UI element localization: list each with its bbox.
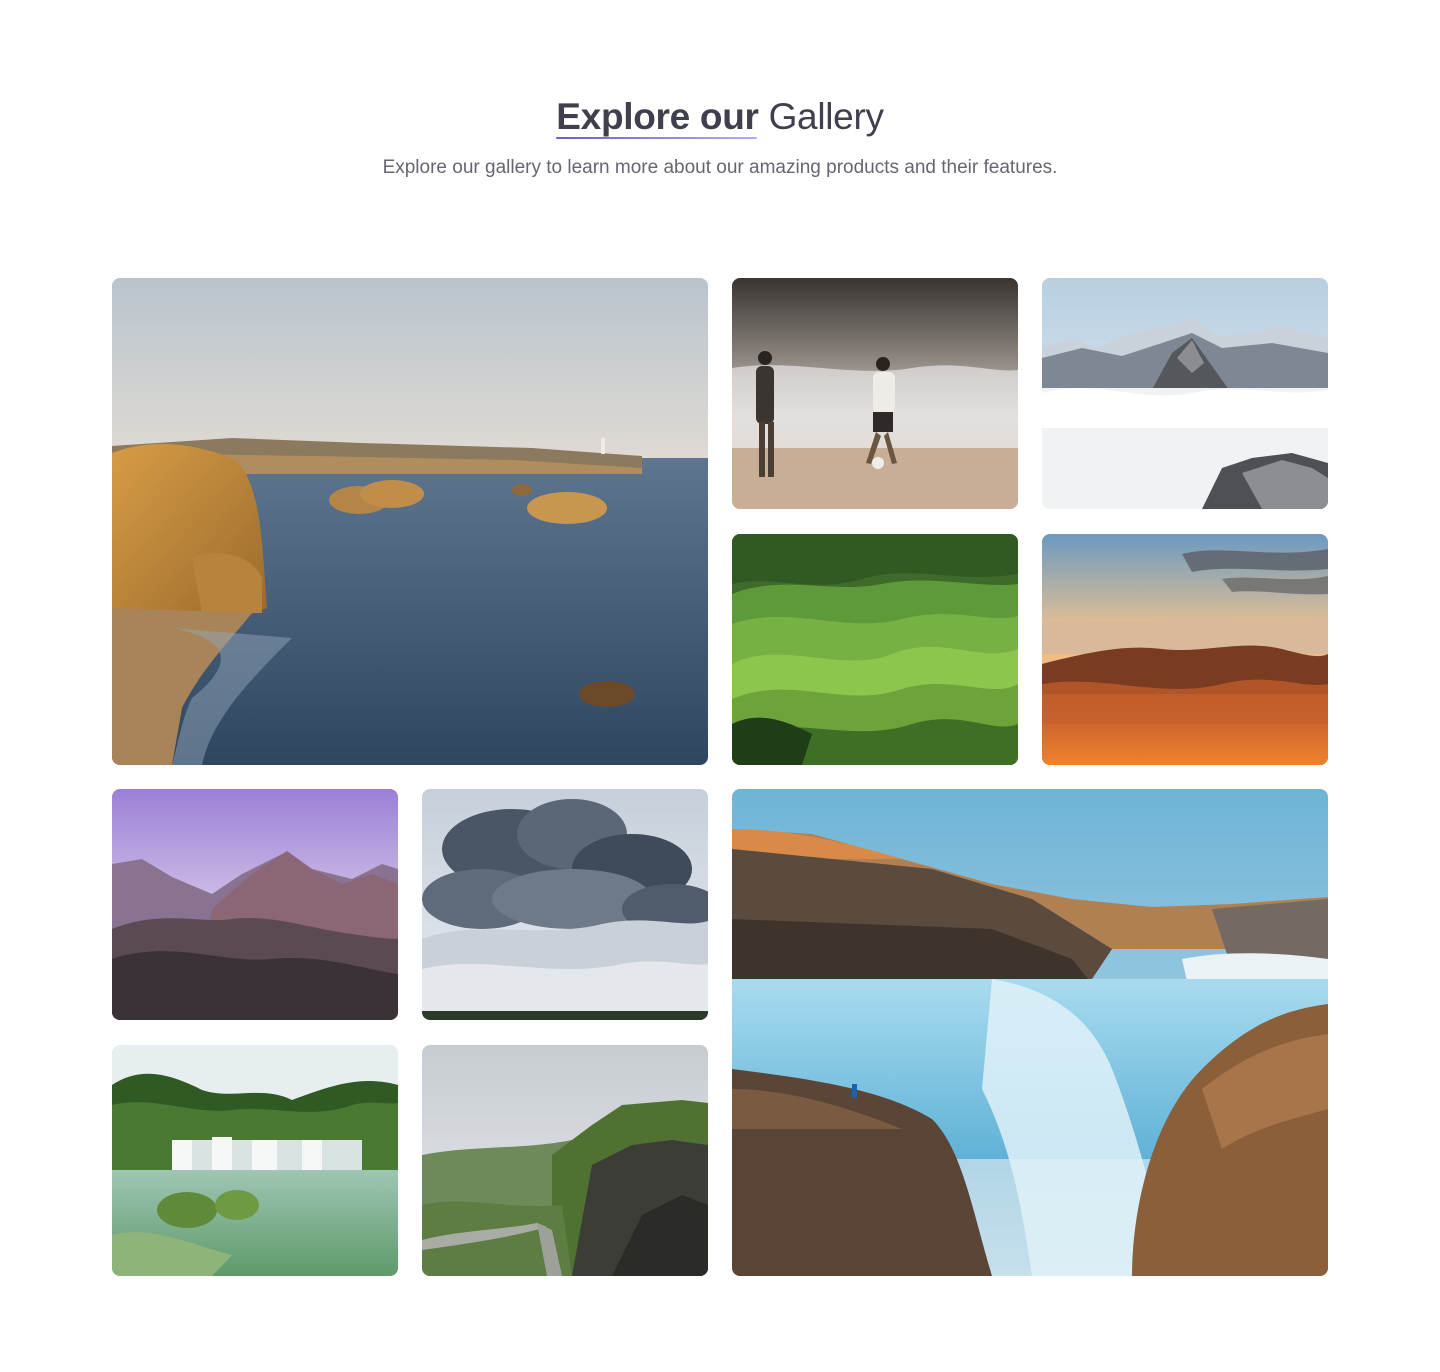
gallery-image-green-cliffs-road[interactable] xyxy=(422,1045,708,1276)
gallery-image-sunset-clouds[interactable] xyxy=(1042,534,1328,765)
beach-football-image xyxy=(732,278,1018,509)
gallery-section: Explore our Gallery Explore our gallery … xyxy=(0,0,1440,1372)
gallery-image-snowy-peaks[interactable] xyxy=(1042,278,1328,509)
title-accent: Explore our xyxy=(556,94,759,140)
section-subtitle: Explore our gallery to learn more about … xyxy=(382,157,1058,178)
purple-mountains-image xyxy=(112,789,398,1020)
green-cliffs-road-image xyxy=(422,1045,708,1276)
waterfall-lagoon-image xyxy=(112,1045,398,1276)
title-rest: Gallery xyxy=(768,96,884,137)
gallery-image-canyon-waterfall[interactable] xyxy=(732,789,1328,1276)
gallery-image-coastal-cliffs[interactable] xyxy=(112,278,708,765)
gallery-image-waterfall-lagoon[interactable] xyxy=(112,1045,398,1276)
gallery-image-purple-mountains[interactable] xyxy=(112,789,398,1020)
section-title: Explore our Gallery xyxy=(0,94,1440,140)
canyon-waterfall-image xyxy=(732,789,1328,1276)
green-hills-image xyxy=(732,534,1018,765)
snowy-peaks-image xyxy=(1042,278,1328,509)
storm-cloud-image xyxy=(422,789,708,1020)
coastal-cliffs-image xyxy=(112,278,708,765)
gallery-image-green-hills[interactable] xyxy=(732,534,1018,765)
gallery-image-beach-football[interactable] xyxy=(732,278,1018,509)
sunset-clouds-image xyxy=(1042,534,1328,765)
gallery-image-storm-cloud[interactable] xyxy=(422,789,708,1020)
